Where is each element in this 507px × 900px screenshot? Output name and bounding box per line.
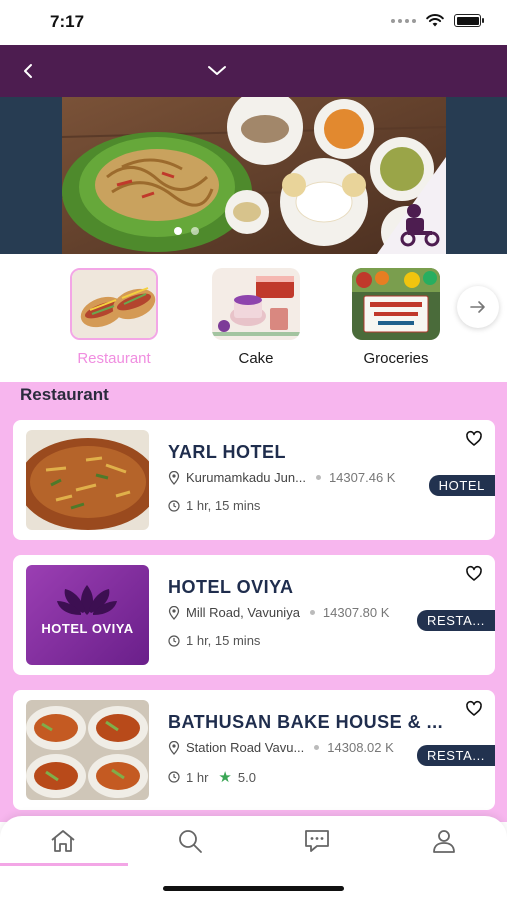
cellular-signal-icon — [391, 18, 416, 23]
restaurant-name: HOTEL OVIYA — [168, 577, 294, 597]
wifi-icon — [426, 14, 444, 27]
status-icons — [391, 14, 484, 27]
delivery-time: 1 hr ★ 5.0 — [168, 768, 256, 786]
location-pin-icon — [168, 470, 180, 485]
logo-text: HOTEL OVIYA — [41, 621, 134, 636]
category-row: Restaurant Cake Groceries — [0, 254, 507, 382]
home-icon — [51, 830, 75, 852]
distance-text: 14307.46 K — [328, 470, 396, 485]
category-cake[interactable]: Cake — [210, 268, 302, 367]
tab-search[interactable] — [127, 816, 253, 866]
restaurant-category-image — [70, 268, 158, 340]
section-title: Restaurant — [20, 385, 109, 404]
restaurant-list[interactable]: Restaurant YARL HOTEL Kurumamkadu Jun...… — [0, 382, 507, 822]
bottom-safe-area — [0, 866, 507, 900]
chevron-left-icon — [24, 64, 32, 78]
location-text: Mill Road, Vavuniya — [186, 605, 300, 620]
carousel-dot[interactable] — [174, 227, 182, 235]
search-icon — [179, 830, 202, 853]
favorite-heart-icon[interactable] — [465, 430, 483, 448]
location-text: Station Road Vavu... — [186, 740, 305, 755]
separator-dot — [314, 745, 320, 750]
restaurant-thumbnail — [26, 700, 149, 800]
category-badge: RESTA... — [416, 745, 495, 766]
category-label: Groceries — [363, 350, 429, 367]
distance-text: 14308.02 K — [327, 740, 394, 755]
distance-text: 14307.80 K — [322, 605, 390, 620]
nav-bar — [0, 45, 507, 97]
tab-home[interactable] — [0, 816, 126, 866]
restaurant-location: Mill Road, Vavuniya 14307.80 K — [168, 605, 389, 620]
category-scroll-next-button[interactable] — [457, 286, 499, 328]
restaurant-name: YARL HOTEL — [168, 442, 287, 462]
favorite-heart-icon[interactable] — [465, 565, 483, 583]
category-label: Restaurant — [77, 350, 151, 367]
groceries-category-image — [352, 268, 440, 340]
category-groceries[interactable]: Groceries — [350, 268, 442, 367]
category-badge: RESTA... — [416, 610, 495, 631]
restaurant-card[interactable]: BATHUSAN BAKE HOUSE & ... Station Road V… — [13, 690, 495, 810]
favorite-heart-icon[interactable] — [465, 700, 483, 718]
cake-category-image — [212, 268, 300, 340]
location-dropdown-button[interactable] — [203, 57, 231, 85]
restaurant-thumbnail — [26, 430, 149, 530]
chevron-down-icon — [208, 66, 226, 75]
chat-icon — [305, 830, 329, 852]
banner-food-image — [62, 97, 446, 254]
delivery-time: 1 hr, 15 mins — [168, 633, 260, 648]
restaurant-name: BATHUSAN BAKE HOUSE & ... — [168, 712, 444, 732]
battery-icon — [454, 14, 484, 27]
category-badge: HOTEL — [428, 475, 495, 496]
carousel-dot[interactable] — [191, 227, 199, 235]
back-button[interactable] — [14, 57, 42, 85]
category-restaurant[interactable]: Restaurant — [68, 268, 160, 367]
clock-icon — [168, 499, 180, 512]
arrow-right-icon — [470, 301, 485, 313]
home-indicator[interactable] — [163, 886, 344, 891]
location-text: Kurumamkadu Jun... — [186, 470, 306, 485]
restaurant-logo: HOTEL OVIYA — [26, 565, 149, 665]
promo-banner[interactable] — [0, 97, 507, 254]
carousel-dots — [174, 227, 199, 235]
bottom-tab-bar — [0, 816, 507, 866]
status-bar: 7:17 — [0, 0, 507, 45]
tab-messages[interactable] — [254, 816, 380, 866]
rating-text: 5.0 — [237, 769, 256, 785]
location-pin-icon — [168, 605, 180, 620]
category-label: Cake — [238, 350, 274, 367]
separator-dot — [309, 610, 315, 615]
tab-profile[interactable] — [381, 816, 507, 866]
restaurant-card[interactable]: HOTEL OVIYA HOTEL OVIYA Mill Road, Vavun… — [13, 555, 495, 675]
status-time: 7:17 — [50, 12, 85, 31]
location-pin-icon — [168, 740, 180, 755]
separator-dot — [315, 475, 321, 480]
clock-icon — [168, 634, 180, 647]
restaurant-card[interactable]: YARL HOTEL Kurumamkadu Jun... 14307.46 K… — [13, 420, 495, 540]
clock-icon — [168, 771, 180, 783]
delivery-time: 1 hr, 15 mins — [168, 498, 260, 513]
restaurant-location: Station Road Vavu... 14308.02 K — [168, 740, 394, 755]
star-icon: ★ — [218, 769, 232, 786]
restaurant-location: Kurumamkadu Jun... 14307.46 K — [168, 470, 395, 485]
time-text: 1 hr — [186, 769, 209, 785]
time-text: 1 hr, 15 mins — [186, 633, 261, 648]
time-text: 1 hr, 15 mins — [186, 498, 261, 513]
profile-icon — [433, 830, 455, 853]
